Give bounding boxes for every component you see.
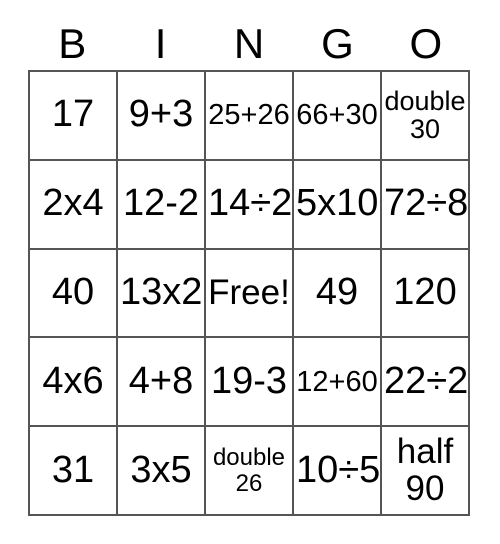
bingo-cell-text: 17 bbox=[51, 93, 95, 136]
bingo-cell-r1c2[interactable]: 9+3 bbox=[118, 72, 206, 161]
bingo-cell-text: 10÷5 bbox=[296, 448, 381, 491]
bingo-cell-r1c3[interactable]: 25+26 bbox=[206, 72, 294, 161]
bingo-cell-r5c1[interactable]: 31 bbox=[30, 427, 118, 516]
bingo-cell-text: 13x2 bbox=[120, 271, 203, 314]
bingo-cell-r1c5[interactable]: double 30 bbox=[382, 72, 470, 161]
bingo-grid: 17 9+3 25+26 66+30 double 30 2x4 12-2 14… bbox=[28, 70, 470, 516]
bingo-cell-text: 2x4 bbox=[42, 182, 104, 225]
bingo-header-letter-i: I bbox=[154, 20, 167, 67]
bingo-cell-text: Free! bbox=[208, 272, 290, 312]
bingo-cell-text: 4+8 bbox=[128, 359, 194, 402]
bingo-cell-r5c4[interactable]: 10÷5 bbox=[294, 427, 382, 516]
bingo-cell-text: 22÷2 bbox=[384, 359, 469, 402]
bingo-cell-r5c3[interactable]: double 26 bbox=[206, 427, 294, 516]
bingo-cell-r4c2[interactable]: 4+8 bbox=[118, 338, 206, 428]
bingo-cell-text: double 26 bbox=[212, 444, 286, 497]
bingo-header-letter-n: N bbox=[233, 20, 265, 67]
bingo-header-letter-g: G bbox=[321, 20, 354, 67]
bingo-cell-r2c4[interactable]: 5x10 bbox=[294, 160, 382, 250]
bingo-cell-text: 66+30 bbox=[296, 99, 378, 132]
bingo-card: B I N G O 17 9+3 25+26 66+30 double 30 2… bbox=[0, 0, 500, 544]
bingo-cell-r4c5[interactable]: 22÷2 bbox=[382, 338, 470, 428]
bingo-cell-text: 12-2 bbox=[122, 182, 200, 225]
bingo-cell-text: double 30 bbox=[384, 86, 466, 145]
bingo-header-row: B I N G O bbox=[28, 18, 470, 70]
bingo-cell-r2c5[interactable]: 72÷8 bbox=[382, 160, 470, 250]
bingo-cell-text: 9+3 bbox=[128, 93, 194, 136]
bingo-cell-r3c2[interactable]: 13x2 bbox=[118, 249, 206, 339]
bingo-cell-text: 4x6 bbox=[42, 359, 104, 402]
bingo-cell-r2c3[interactable]: 14÷2 bbox=[206, 160, 294, 250]
bingo-cell-text: half 90 bbox=[396, 431, 454, 508]
bingo-cell-r5c2[interactable]: 3x5 bbox=[118, 427, 206, 516]
bingo-cell-text: 14÷2 bbox=[208, 182, 293, 225]
bingo-cell-r2c1[interactable]: 2x4 bbox=[30, 160, 118, 250]
bingo-cell-r3c4[interactable]: 49 bbox=[294, 249, 382, 339]
bingo-cell-text: 40 bbox=[51, 271, 95, 314]
bingo-cell-text: 49 bbox=[315, 271, 359, 314]
bingo-header-letter-b: B bbox=[58, 20, 87, 67]
bingo-cell-r4c3[interactable]: 19-3 bbox=[206, 338, 294, 428]
bingo-header-letter-o: O bbox=[409, 20, 443, 67]
bingo-cell-r4c4[interactable]: 12+60 bbox=[294, 338, 382, 428]
bingo-cell-r3c5[interactable]: 120 bbox=[382, 249, 470, 339]
bingo-cell-r2c2[interactable]: 12-2 bbox=[118, 160, 206, 250]
bingo-cell-text: 5x10 bbox=[296, 182, 379, 225]
bingo-cell-text: 12+60 bbox=[296, 365, 378, 398]
bingo-cell-text: 19-3 bbox=[210, 359, 288, 402]
bingo-cell-r1c4[interactable]: 66+30 bbox=[294, 72, 382, 161]
bingo-cell-text: 31 bbox=[51, 448, 95, 491]
bingo-cell-text: 120 bbox=[393, 271, 457, 314]
bingo-cell-free-space[interactable]: Free! bbox=[206, 249, 294, 339]
bingo-cell-text: 25+26 bbox=[208, 99, 290, 132]
bingo-cell-text: 72÷8 bbox=[384, 182, 469, 225]
bingo-cell-r5c5[interactable]: half 90 bbox=[382, 427, 470, 516]
bingo-cell-r4c1[interactable]: 4x6 bbox=[30, 338, 118, 428]
bingo-cell-r3c1[interactable]: 40 bbox=[30, 249, 118, 339]
bingo-cell-text: 3x5 bbox=[130, 448, 192, 491]
bingo-cell-r1c1[interactable]: 17 bbox=[30, 72, 118, 161]
